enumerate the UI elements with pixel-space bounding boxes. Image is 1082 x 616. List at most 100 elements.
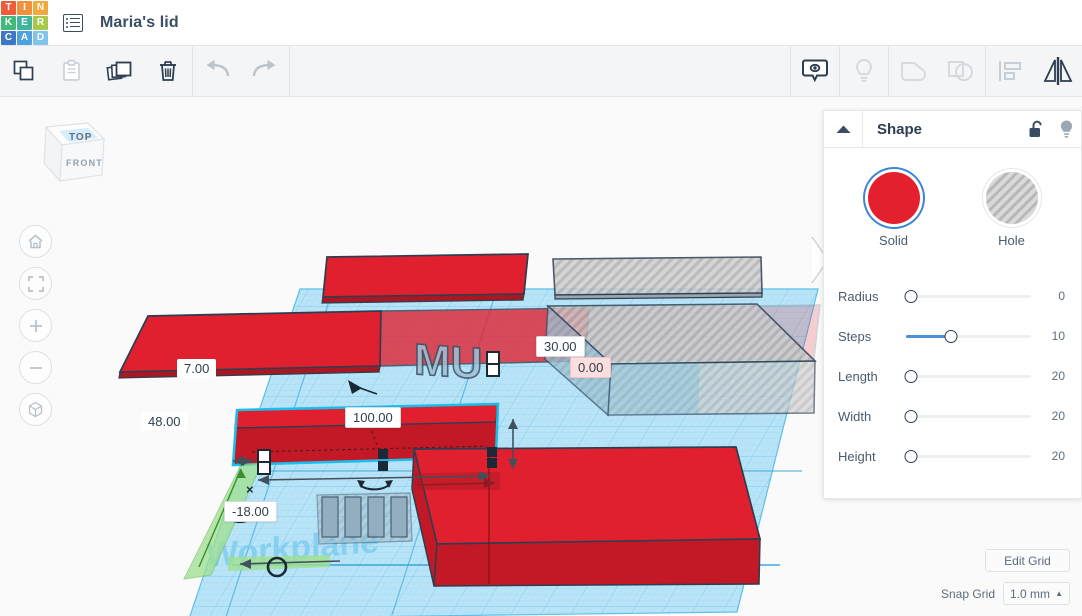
align-button[interactable]: [986, 46, 1034, 97]
fit-to-view-button[interactable]: [19, 267, 52, 300]
chevron-up-icon: ▲: [1055, 589, 1063, 598]
slider-width[interactable]: [904, 406, 1031, 426]
fit-frame-icon: [27, 275, 44, 292]
top-bar: TIN KER CAD Maria's lid: [0, 0, 1082, 46]
light-button[interactable]: [840, 46, 888, 97]
zoom-in-button[interactable]: [19, 309, 52, 342]
solid-mode-label: Solid: [879, 233, 908, 248]
close-icon[interactable]: ×: [246, 483, 254, 496]
panel-collapse-button[interactable]: [824, 111, 863, 147]
slider-height[interactable]: [904, 446, 1031, 466]
note-button[interactable]: [791, 46, 839, 97]
logo-tile-a: A: [17, 30, 32, 45]
shape-panel-title: Shape: [877, 120, 923, 138]
menu-icon-dot: [66, 17, 68, 20]
redo-arrow-icon: [252, 60, 276, 77]
resize-handle: [257, 461, 271, 475]
snap-grid-control: Snap Grid 1.0 mm ▲: [941, 582, 1070, 605]
snap-grid-dropdown[interactable]: 1.0 mm ▲: [1003, 582, 1070, 605]
snap-grid-value: 1.0 mm: [1010, 586, 1051, 601]
slider-handle[interactable]: [944, 329, 958, 343]
slider-value-width: 20: [1051, 409, 1065, 423]
group-button[interactable]: [889, 46, 937, 97]
home-icon: [28, 234, 43, 249]
slider-value-steps: 10: [1051, 329, 1065, 343]
shape-hole-slab-top[interactable]: [552, 256, 763, 300]
resize-handle: [487, 458, 497, 468]
slider-row-height: Height 20: [824, 436, 1081, 476]
dimension-label-48[interactable]: 48.00: [141, 412, 188, 431]
slider-value-length: 20: [1051, 369, 1065, 383]
ungroup-button[interactable]: [937, 46, 985, 97]
dimension-label-30[interactable]: 30.00: [536, 336, 585, 357]
align-icon: [999, 61, 1021, 81]
shape-red-box[interactable]: [411, 446, 762, 587]
lightbulb-icon: [855, 58, 873, 82]
menu-icon-row: [66, 21, 80, 24]
lightbulb-icon: [1060, 120, 1072, 138]
resize-handle: [378, 461, 388, 471]
cube-view-icon: [28, 401, 43, 418]
solid-mode-option[interactable]: Solid: [859, 172, 929, 248]
tinkercad-logo[interactable]: TIN KER CAD: [0, 0, 48, 46]
logo-tile-e: E: [17, 15, 32, 30]
menu-icon-line: [70, 17, 80, 20]
shape-text-mu[interactable]: MU: [413, 334, 483, 389]
panel-light-button[interactable]: [1051, 111, 1081, 147]
slider-length[interactable]: [904, 366, 1031, 386]
delete-button[interactable]: [144, 46, 192, 97]
shape-hole-detail-group[interactable]: [316, 492, 413, 545]
dimension-label-neg18[interactable]: -18.00: [224, 501, 277, 522]
slider-handle[interactable]: [904, 409, 918, 423]
slider-handle[interactable]: [904, 289, 918, 303]
menu-icon-line: [70, 25, 80, 28]
mirror-button[interactable]: [1034, 46, 1082, 97]
menu-icon-row: [66, 25, 80, 28]
snap-grid-label: Snap Grid: [940, 586, 995, 601]
undo-button[interactable]: [193, 46, 241, 97]
menu-icon-dot: [66, 21, 68, 24]
resize-handle: [487, 447, 497, 457]
lock-toggle-button[interactable]: [1021, 111, 1051, 147]
toolbar-separator: [289, 45, 290, 97]
paste-button[interactable]: [48, 46, 96, 97]
shape-panel-header: Shape: [824, 111, 1081, 148]
slider-radius[interactable]: [904, 286, 1031, 306]
duplicate-button[interactable]: [96, 46, 144, 97]
shape-red-slab-top[interactable]: [321, 253, 529, 304]
copy-button[interactable]: [0, 46, 48, 97]
project-menu-button[interactable]: [60, 10, 86, 36]
hole-mode-option[interactable]: Hole: [977, 172, 1047, 248]
hole-pattern-swatch[interactable]: [985, 172, 1038, 224]
slider-label-radius: Radius: [838, 288, 879, 304]
view-cube[interactable]: TOP FRONT: [22, 117, 108, 199]
logo-tile-d: D: [33, 30, 48, 45]
slider-steps[interactable]: [906, 326, 1031, 346]
slider-track: [906, 294, 1031, 298]
view-cube-front-label: FRONT: [66, 158, 103, 168]
duplicate-icon: [106, 61, 132, 81]
slider-track: [906, 374, 1031, 378]
slider-handle[interactable]: [904, 369, 918, 383]
edit-grid-button[interactable]: Edit Grid: [985, 549, 1070, 572]
slider-value-radius: 0: [1058, 289, 1065, 303]
ortho-perspective-button[interactable]: [19, 393, 52, 426]
slider-label-width: Width: [838, 408, 872, 424]
resize-handle: [257, 449, 271, 463]
solid-color-swatch[interactable]: [867, 172, 920, 224]
dimension-label-0[interactable]: 0.00: [570, 357, 612, 378]
zoom-out-button[interactable]: [19, 351, 52, 384]
slider-label-length: Length: [838, 368, 878, 384]
redo-button[interactable]: [241, 46, 289, 97]
copy-icon: [13, 60, 34, 81]
slider-handle[interactable]: [904, 449, 918, 463]
tinkercad-app: TINKERCAD Maria's lid Workplane MU TOP F…: [0, 0, 1082, 616]
home-view-button[interactable]: [19, 225, 52, 258]
view-nav-buttons: [19, 225, 53, 435]
logo-tile-t: T: [1, 0, 16, 15]
dimension-label-100[interactable]: 100.00: [345, 407, 401, 428]
slider-track: [906, 454, 1031, 458]
view-cube-icon: TOP FRONT: [43, 122, 106, 183]
dimension-label-7[interactable]: 7.00: [177, 359, 217, 378]
slider-label-height: Height: [838, 448, 876, 464]
